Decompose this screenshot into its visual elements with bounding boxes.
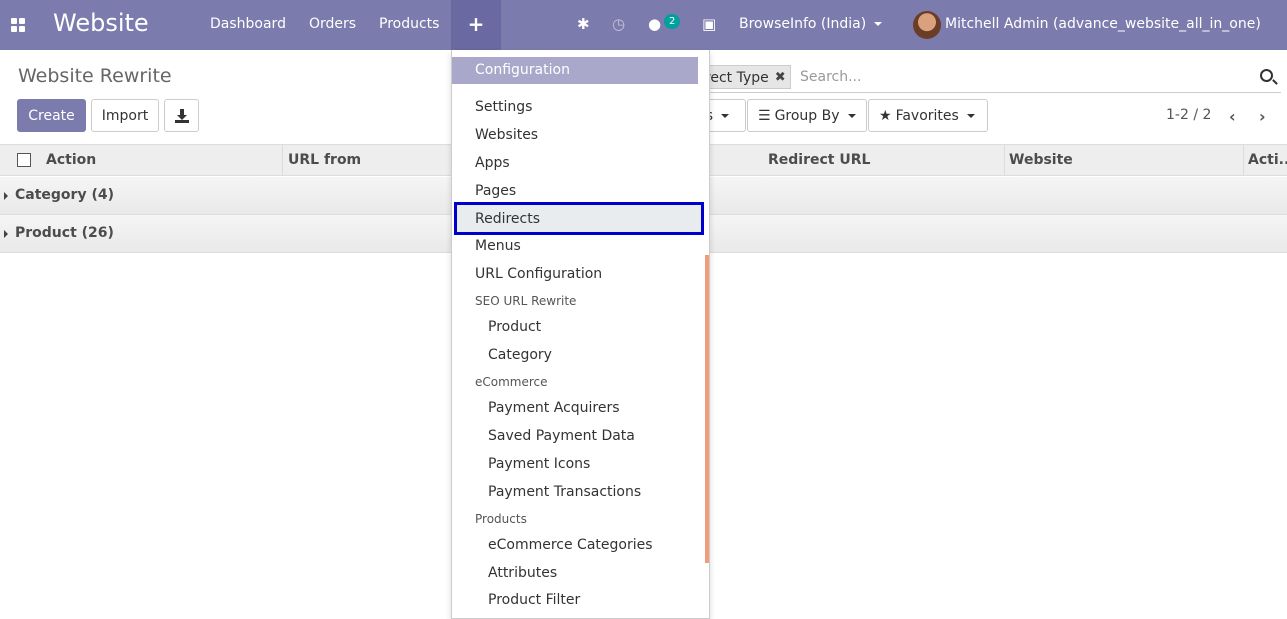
menu-item-redirects[interactable]: Redirects	[475, 211, 540, 227]
menu-item-apps[interactable]: Apps	[475, 155, 510, 171]
menu-item-attributes[interactable]: Attributes	[488, 565, 557, 581]
configuration-dropdown: Configuration Settings Websites Apps Pag…	[451, 50, 710, 619]
download-tray-icon	[175, 120, 189, 123]
group-label: Product (26)	[15, 225, 114, 241]
caret-right-icon	[4, 192, 8, 200]
dropdown-scrollbar[interactable]	[705, 255, 709, 563]
chat-count-badge: 2	[664, 14, 681, 29]
search-box[interactable]: irect Type ✖ Search...	[690, 61, 1281, 93]
select-all-checkbox[interactable]	[17, 153, 31, 167]
group-by-label: Group By	[774, 107, 840, 124]
nav-products[interactable]: Products	[379, 16, 439, 32]
search-input[interactable]: Search...	[800, 69, 861, 85]
menu-group-seo: SEO URL Rewrite	[475, 294, 577, 308]
dropdown-header: Configuration	[452, 57, 698, 84]
company-name: BrowseInfo (India)	[739, 16, 867, 32]
facet-label: irect Type	[701, 69, 769, 86]
apps-grid-icon[interactable]	[11, 18, 25, 32]
chat-icon[interactable]: ●	[648, 15, 661, 33]
pager-previous-icon[interactable]: ‹	[1229, 107, 1236, 126]
user-avatar[interactable]	[913, 11, 941, 39]
menu-item-pages[interactable]: Pages	[475, 183, 516, 199]
menu-item-url-configuration[interactable]: URL Configuration	[475, 266, 602, 282]
import-button[interactable]: Import	[91, 99, 159, 132]
menu-item-product-filter[interactable]: Product Filter	[488, 592, 580, 608]
menu-item-websites[interactable]: Websites	[475, 127, 538, 143]
user-menu[interactable]: Mitchell Admin (advance_website_all_in_o…	[945, 16, 1261, 32]
pager-value[interactable]: 1-2 / 2	[1166, 107, 1211, 123]
column-redirect-url[interactable]: Redirect URL	[763, 145, 1005, 175]
search-icon[interactable]	[1260, 69, 1273, 82]
menu-item-seo-category[interactable]: Category	[488, 347, 552, 363]
column-website[interactable]: Website	[1004, 145, 1244, 175]
column-active[interactable]: Acti...	[1243, 145, 1287, 175]
configuration-menu-button[interactable]: +	[451, 0, 501, 50]
caret-down-icon	[874, 22, 883, 26]
group-label: Category (4)	[15, 187, 114, 203]
star-icon: ★	[879, 107, 892, 124]
menu-item-menus[interactable]: Menus	[475, 238, 521, 254]
bug-icon[interactable]: ✱	[577, 15, 590, 33]
nav-orders[interactable]: Orders	[309, 16, 356, 32]
gift-icon[interactable]: ▣	[702, 15, 716, 33]
top-navbar: Website Dashboard Orders Products + ✱ ◷ …	[0, 0, 1287, 50]
menu-group-products: Products	[475, 512, 527, 526]
menu-item-payment-icons[interactable]: Payment Icons	[488, 456, 590, 472]
caret-down-icon	[966, 113, 975, 118]
menu-group-ecommerce: eCommerce	[475, 375, 548, 389]
favorites-label: Favorites	[895, 107, 959, 124]
list-icon: ☰	[758, 107, 771, 124]
menu-item-payment-acquirers[interactable]: Payment Acquirers	[488, 400, 620, 416]
column-action[interactable]: Action	[41, 145, 283, 175]
remove-facet-icon[interactable]: ✖	[775, 70, 786, 85]
caret-down-icon	[847, 113, 856, 118]
app-brand: Website	[53, 9, 149, 37]
company-switcher[interactable]: BrowseInfo (India)	[739, 16, 883, 32]
download-button[interactable]	[164, 99, 199, 132]
favorites-button[interactable]: ★ Favorites	[868, 99, 988, 132]
group-by-button[interactable]: ☰ Group By	[747, 99, 867, 132]
page-title: Website Rewrite	[18, 65, 172, 87]
menu-item-payment-transactions[interactable]: Payment Transactions	[488, 484, 641, 500]
caret-down-icon	[721, 113, 730, 118]
menu-item-saved-payment-data[interactable]: Saved Payment Data	[488, 428, 635, 444]
create-button[interactable]: Create	[17, 99, 86, 132]
nav-dashboard[interactable]: Dashboard	[210, 16, 286, 32]
clock-icon[interactable]: ◷	[612, 15, 625, 33]
menu-item-settings[interactable]: Settings	[475, 99, 532, 115]
menu-item-ecommerce-categories[interactable]: eCommerce Categories	[488, 537, 653, 553]
menu-item-seo-product[interactable]: Product	[488, 319, 541, 335]
pager-next-icon[interactable]: ›	[1259, 107, 1266, 126]
caret-right-icon	[4, 230, 8, 238]
